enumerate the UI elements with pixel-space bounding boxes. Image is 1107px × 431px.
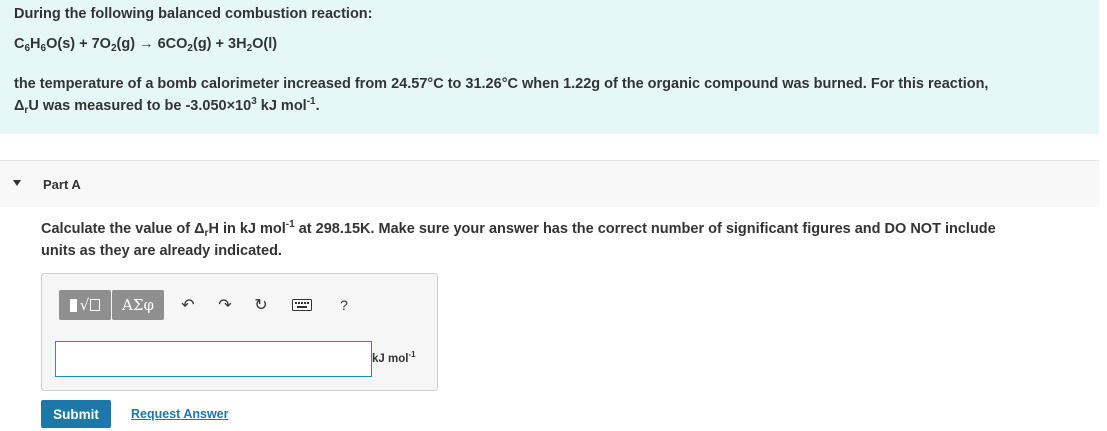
problem-description: the temperature of a bomb calorimeter in… bbox=[14, 76, 989, 92]
reaction-equation: C6H6O(s) + 7O2(g) → 6CO2(g) + 3H2O(l) bbox=[14, 36, 278, 54]
problem-intro: During the following balanced combustion… bbox=[14, 6, 373, 22]
part-label: Part A bbox=[43, 177, 81, 192]
template-square-icon bbox=[69, 298, 77, 312]
question-text: Calculate the value of ΔrH in kJ mol-1 a… bbox=[41, 219, 996, 239]
submit-button[interactable]: Submit bbox=[41, 400, 111, 428]
redo-icon[interactable]: ↷ bbox=[214, 294, 236, 316]
problem-statement: During the following balanced combustion… bbox=[0, 0, 1099, 134]
question-text-line2: units as they are already indicated. bbox=[41, 243, 282, 259]
problem-given-value: ΔrU was measured to be -3.050×103 kJ mol… bbox=[14, 96, 320, 116]
template-box-icon bbox=[90, 299, 101, 311]
keyboard-glyph bbox=[292, 299, 312, 311]
reset-icon[interactable]: ↻ bbox=[250, 294, 272, 316]
collapse-triangle-icon[interactable] bbox=[13, 180, 21, 186]
undo-icon[interactable]: ↶ bbox=[177, 294, 199, 316]
help-button[interactable]: ? bbox=[333, 294, 355, 316]
keyboard-icon[interactable] bbox=[291, 294, 313, 316]
request-answer-link[interactable]: Request Answer bbox=[131, 407, 228, 421]
answer-units: kJ mol-1 bbox=[372, 350, 416, 366]
part-a-header[interactable]: Part A bbox=[0, 160, 1099, 207]
greek-symbols-button[interactable]: ΑΣφ bbox=[112, 290, 164, 320]
answer-input[interactable] bbox=[55, 341, 372, 377]
answer-panel: √ ΑΣφ ↶ ↷ ↻ ? kJ mol-1 bbox=[41, 273, 438, 391]
template-radical-icon: √ bbox=[79, 296, 90, 314]
templates-button[interactable]: √ bbox=[59, 290, 111, 320]
